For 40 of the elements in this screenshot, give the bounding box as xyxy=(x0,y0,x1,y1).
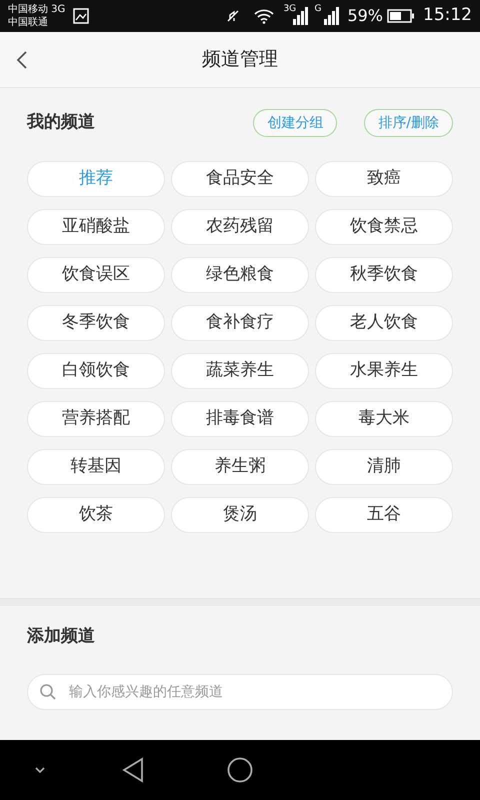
home-icon[interactable] xyxy=(227,757,253,783)
battery-percent: 59% xyxy=(347,5,383,27)
channel-chip[interactable]: 煲汤 xyxy=(171,497,309,533)
channel-chip[interactable]: 食品安全 xyxy=(171,161,309,197)
channel-chip[interactable]: 蔬菜养生 xyxy=(171,353,309,389)
channel-chip[interactable]: 五谷 xyxy=(315,497,453,533)
search-icon xyxy=(39,682,57,700)
channel-chip[interactable]: 水果养生 xyxy=(315,353,453,389)
channel-chip[interactable]: 清肺 xyxy=(315,449,453,485)
channel-chip[interactable]: 排毒食谱 xyxy=(171,401,309,437)
chevron-left-icon xyxy=(16,50,28,68)
channel-chip[interactable]: 致癌 xyxy=(315,161,453,197)
channel-chip[interactable]: 饮茶 xyxy=(27,497,165,533)
channel-chip[interactable]: 食补食疗 xyxy=(171,305,309,341)
channel-chip[interactable]: 老人饮食 xyxy=(315,305,453,341)
channel-chip[interactable]: 秋季饮食 xyxy=(315,257,453,293)
channel-chip[interactable]: 亚硝酸盐 xyxy=(27,209,165,245)
channel-chip[interactable]: 饮食禁忌 xyxy=(315,209,453,245)
chevron-down-icon[interactable] xyxy=(33,765,47,775)
channel-chip[interactable]: 白领饮食 xyxy=(27,353,165,389)
search-field[interactable]: 输入你感兴趣的任意频道 xyxy=(27,674,453,710)
wifi-icon xyxy=(253,8,276,24)
section-title: 添加频道 xyxy=(27,625,96,648)
channel-chip[interactable]: 养生粥 xyxy=(171,449,309,485)
channel-chip[interactable]: 农药残留 xyxy=(171,209,309,245)
channel-chip[interactable]: 饮食误区 xyxy=(27,257,165,293)
image-icon xyxy=(73,8,90,24)
mute-icon xyxy=(225,8,242,24)
clock: 15:12 xyxy=(423,4,472,28)
channel-chip[interactable]: 毒大米 xyxy=(315,401,453,437)
channel-chip[interactable]: 转基因 xyxy=(27,449,165,485)
back-icon[interactable] xyxy=(121,757,145,783)
channel-chip[interactable]: 绿色粮食 xyxy=(171,257,309,293)
page-title: 频道管理 xyxy=(202,47,278,72)
carrier-name: 中国移动 3G xyxy=(8,3,66,16)
section-title: 我的频道 xyxy=(27,111,95,134)
battery-icon xyxy=(387,9,415,23)
channel-chip[interactable]: 冬季饮食 xyxy=(27,305,165,341)
carrier-name: 中国联通 xyxy=(8,16,49,29)
channel-chip[interactable]: 营养搭配 xyxy=(27,401,165,437)
